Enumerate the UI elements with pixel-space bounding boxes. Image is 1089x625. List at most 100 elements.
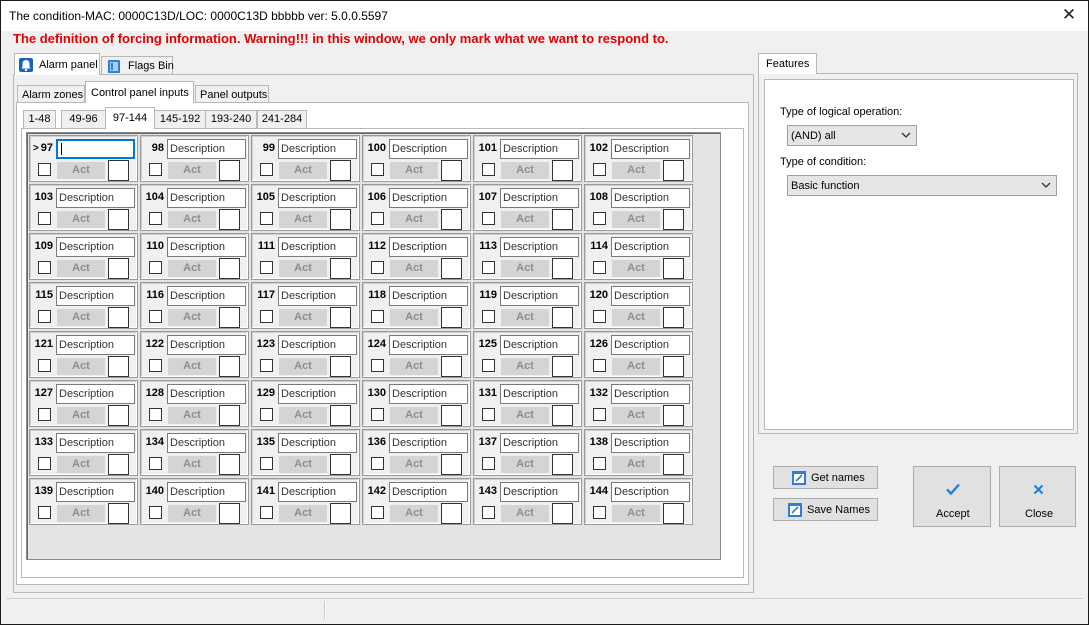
tab-features[interactable]: Features	[758, 53, 817, 74]
input-checkbox[interactable]	[149, 163, 162, 176]
input-checkbox[interactable]	[371, 506, 384, 519]
state-box[interactable]	[330, 307, 351, 328]
input-checkbox[interactable]	[38, 457, 51, 470]
state-box[interactable]	[552, 503, 573, 524]
act-button[interactable]: Act	[612, 407, 660, 424]
get-names-button[interactable]: Get names	[773, 466, 878, 489]
description-input[interactable]: Description	[56, 335, 135, 355]
description-input[interactable]: Description	[278, 335, 357, 355]
state-box[interactable]	[330, 454, 351, 475]
input-checkbox[interactable]	[260, 359, 273, 372]
act-button[interactable]: Act	[279, 309, 327, 326]
act-button[interactable]: Act	[501, 309, 549, 326]
act-button[interactable]: Act	[390, 505, 438, 522]
act-button[interactable]: Act	[501, 407, 549, 424]
input-checkbox[interactable]	[482, 408, 495, 421]
description-input[interactable]: Description	[56, 482, 135, 502]
accept-button[interactable]: Accept	[913, 466, 991, 527]
input-checkbox[interactable]	[482, 359, 495, 372]
state-box[interactable]	[552, 454, 573, 475]
description-input[interactable]: Description	[500, 482, 579, 502]
input-checkbox[interactable]	[593, 163, 606, 176]
description-input[interactable]: Description	[56, 237, 135, 257]
state-box[interactable]	[663, 454, 684, 475]
act-button[interactable]: Act	[168, 211, 216, 228]
state-box[interactable]	[552, 356, 573, 377]
state-box[interactable]	[108, 405, 129, 426]
input-checkbox[interactable]	[149, 408, 162, 421]
description-input[interactable]: Description	[278, 188, 357, 208]
description-input[interactable]: Description	[389, 433, 468, 453]
input-checkbox[interactable]	[260, 261, 273, 274]
description-input[interactable]: Description	[500, 188, 579, 208]
act-button[interactable]: Act	[501, 456, 549, 473]
tab-panel-outputs[interactable]: Panel outputs	[195, 85, 269, 103]
state-box[interactable]	[108, 258, 129, 279]
tab-flags-bin[interactable]: Flags Bin	[101, 56, 174, 75]
input-checkbox[interactable]	[38, 163, 51, 176]
description-input[interactable]: Description	[167, 335, 246, 355]
act-button[interactable]: Act	[57, 309, 105, 326]
description-input[interactable]: Description	[389, 482, 468, 502]
tab-bank-49-96[interactable]: 49-96	[61, 110, 106, 128]
description-input[interactable]: Description	[611, 384, 690, 404]
state-box[interactable]	[330, 209, 351, 230]
state-box[interactable]	[219, 209, 240, 230]
input-checkbox[interactable]	[260, 212, 273, 225]
description-input[interactable]: Description	[500, 335, 579, 355]
description-input[interactable]: Description	[611, 188, 690, 208]
state-box[interactable]	[663, 503, 684, 524]
state-box[interactable]	[108, 356, 129, 377]
description-input[interactable]: Description	[278, 482, 357, 502]
state-box[interactable]	[219, 160, 240, 181]
act-button[interactable]: Act	[501, 260, 549, 277]
description-input[interactable]: Description	[167, 482, 246, 502]
input-checkbox[interactable]	[593, 310, 606, 323]
act-button[interactable]: Act	[279, 456, 327, 473]
act-button[interactable]: Act	[57, 358, 105, 375]
input-checkbox[interactable]	[38, 506, 51, 519]
description-input[interactable]: Description	[167, 433, 246, 453]
act-button[interactable]: Act	[612, 260, 660, 277]
state-box[interactable]	[108, 503, 129, 524]
state-box[interactable]	[441, 454, 462, 475]
act-button[interactable]: Act	[612, 358, 660, 375]
description-input[interactable]: Description	[167, 188, 246, 208]
description-input[interactable]: Description	[278, 139, 357, 159]
input-checkbox[interactable]	[260, 506, 273, 519]
input-checkbox[interactable]	[260, 310, 273, 323]
act-button[interactable]: Act	[168, 260, 216, 277]
input-checkbox[interactable]	[482, 212, 495, 225]
description-input[interactable]: Description	[611, 139, 690, 159]
input-checkbox[interactable]	[371, 359, 384, 372]
act-button[interactable]: Act	[390, 260, 438, 277]
input-checkbox[interactable]	[149, 506, 162, 519]
act-button[interactable]: Act	[168, 505, 216, 522]
condition-type-select[interactable]: Basic function	[787, 175, 1057, 196]
description-input[interactable]: Description	[167, 286, 246, 306]
state-box[interactable]	[441, 258, 462, 279]
description-input[interactable]: Description	[56, 433, 135, 453]
state-box[interactable]	[441, 209, 462, 230]
state-box[interactable]	[441, 356, 462, 377]
state-box[interactable]	[108, 454, 129, 475]
input-checkbox[interactable]	[371, 408, 384, 421]
description-input[interactable]: Description	[611, 433, 690, 453]
description-input[interactable]: Description	[611, 286, 690, 306]
input-checkbox[interactable]	[593, 212, 606, 225]
input-checkbox[interactable]	[38, 408, 51, 421]
state-box[interactable]	[219, 307, 240, 328]
tab-bank-193-240[interactable]: 193-240	[205, 110, 257, 128]
act-button[interactable]: Act	[168, 456, 216, 473]
close-button[interactable]: Close	[999, 466, 1076, 527]
state-box[interactable]	[219, 503, 240, 524]
act-button[interactable]: Act	[390, 358, 438, 375]
input-checkbox[interactable]	[482, 457, 495, 470]
input-checkbox[interactable]	[482, 163, 495, 176]
state-box[interactable]	[330, 160, 351, 181]
act-button[interactable]: Act	[390, 407, 438, 424]
description-input[interactable]	[56, 139, 135, 159]
input-checkbox[interactable]	[482, 506, 495, 519]
input-checkbox[interactable]	[371, 212, 384, 225]
act-button[interactable]: Act	[57, 162, 105, 179]
